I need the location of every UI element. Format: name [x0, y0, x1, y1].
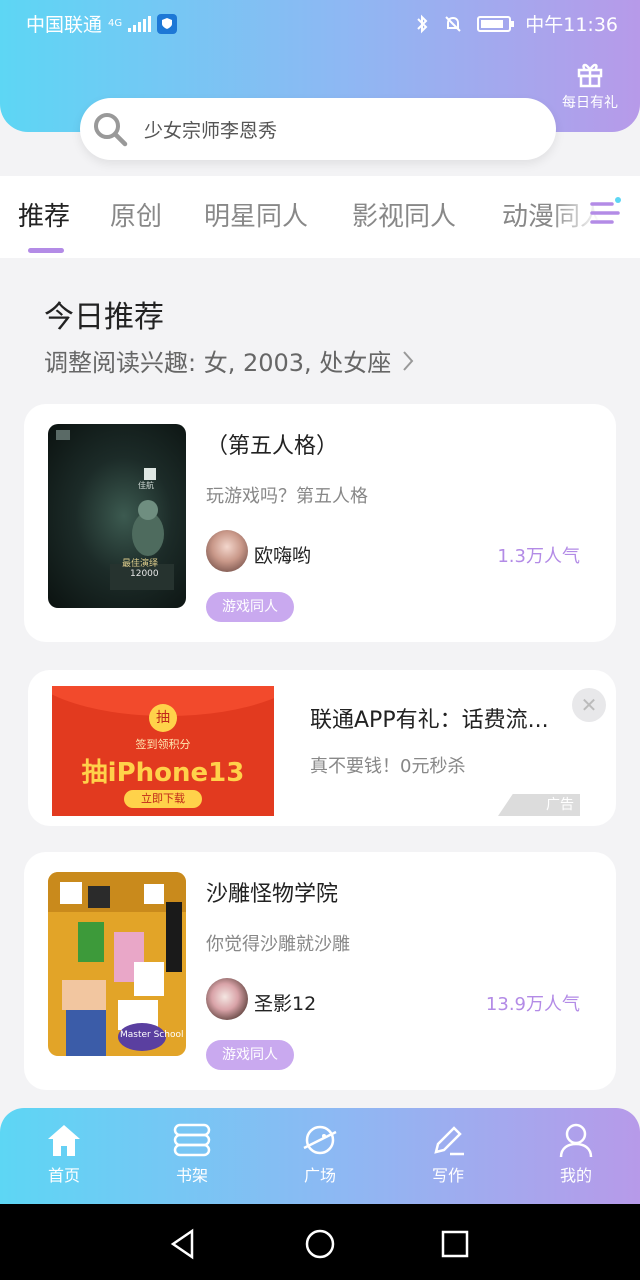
chevron-right-icon	[403, 350, 414, 371]
ad-description: 真不要钱！0元秒杀	[310, 756, 466, 777]
reading-interest-link[interactable]: 调整阅读兴趣: 女, 2003, 处女座	[44, 343, 415, 378]
nav-label: 写作	[431, 1166, 464, 1185]
book-description: 你觉得沙雕就沙雕	[206, 934, 350, 955]
category-menu-icon[interactable]	[590, 196, 622, 230]
popularity-count: 13.9万人气	[485, 994, 580, 1015]
mute-bell-icon	[445, 15, 461, 32]
ad-image-button: 立即下载	[124, 790, 202, 808]
ad-image[interactable]: 抽 签到领积分 抽iPhone13 立即下载	[52, 686, 274, 816]
ad-title[interactable]: 联通APP有礼：话费流...	[310, 702, 549, 734]
nav-home[interactable]: 首页	[24, 1122, 104, 1186]
daily-gift-button[interactable]: 每日有礼	[558, 60, 622, 112]
cover-scribble: Master School	[120, 1030, 184, 1040]
search-placeholder: 少女宗师李恩秀	[144, 119, 278, 142]
cover-art	[56, 430, 174, 590]
category-tabs: 推荐 原创 明星同人 影视同人 动漫同人	[0, 176, 640, 258]
book-cover: 佳航 最佳演绎 12000	[48, 424, 186, 608]
user-icon	[559, 1123, 593, 1158]
cover-art	[48, 872, 186, 1056]
search-input[interactable]: 少女宗师李恩秀	[80, 98, 556, 160]
tab-film-fanfic[interactable]: 影视同人	[352, 196, 456, 233]
popularity-count: 1.3万人气	[497, 546, 580, 567]
ad-badge: 广告	[498, 794, 580, 816]
tab-recommend[interactable]: 推荐	[18, 196, 70, 233]
section-title: 今日推荐	[44, 300, 164, 335]
bluetooth-icon	[417, 14, 428, 33]
author-avatar[interactable]	[206, 530, 248, 572]
nav-label: 我的	[559, 1166, 592, 1185]
ad-card[interactable]: 抽 签到领积分 抽iPhone13 立即下载 联通APP有礼：话费流... 真不…	[28, 670, 616, 826]
author-name[interactable]: 欧嗨哟	[254, 541, 311, 568]
nav-bookshelf[interactable]: 书架	[152, 1122, 232, 1186]
clock: 中午11:36	[525, 14, 618, 36]
close-icon[interactable]: ✕	[572, 688, 606, 722]
home-circle-icon[interactable]	[304, 1228, 336, 1260]
book-title[interactable]: （第五人格）	[206, 428, 338, 460]
book-title[interactable]: 沙雕怪物学院	[206, 876, 338, 908]
bookshelf-icon	[173, 1123, 211, 1157]
gift-icon	[577, 63, 603, 88]
tab-star-fanfic[interactable]: 明星同人	[204, 196, 308, 233]
back-icon[interactable]	[168, 1228, 198, 1260]
home-icon	[48, 1125, 80, 1156]
search-icon	[94, 113, 128, 147]
pen-icon	[434, 1126, 464, 1156]
battery-icon	[477, 15, 515, 32]
bottom-nav: 首页 书架 广场 写作 我的	[0, 1108, 640, 1204]
ad-image-main: 抽iPhone13	[81, 758, 245, 788]
reading-interest-text: 调整阅读兴趣: 女, 2003, 处女座	[44, 349, 392, 377]
ad-image-sub: 签到领积分	[135, 738, 191, 751]
nav-plaza[interactable]: 广场	[280, 1122, 360, 1186]
cover-label-num: 12000	[130, 569, 159, 579]
book-card[interactable]: 佳航 最佳演绎 12000 （第五人格） 玩游戏吗？第五人格 欧嗨哟 1.3万人…	[24, 404, 616, 642]
cover-label-top: 佳航	[138, 481, 154, 490]
nav-profile[interactable]: 我的	[536, 1122, 616, 1186]
nav-label: 首页	[47, 1166, 80, 1185]
planet-icon	[303, 1125, 337, 1155]
system-nav-bar	[0, 1204, 640, 1280]
signal-icon	[128, 15, 152, 32]
nav-write[interactable]: 写作	[408, 1122, 488, 1186]
book-description: 玩游戏吗？第五人格	[206, 486, 368, 507]
book-cover: Master School	[48, 872, 186, 1056]
tab-original[interactable]: 原创	[110, 196, 162, 233]
genre-tag[interactable]: 游戏同人	[206, 592, 294, 622]
network-type: 4G	[108, 17, 123, 29]
nav-label: 广场	[303, 1166, 336, 1185]
recents-icon[interactable]	[440, 1228, 470, 1260]
shield-icon	[157, 13, 178, 34]
author-avatar[interactable]	[206, 978, 248, 1020]
book-card[interactable]: Master School 沙雕怪物学院 你觉得沙雕就沙雕 圣影12 13.9万…	[24, 852, 616, 1090]
author-name[interactable]: 圣影12	[254, 989, 316, 1016]
active-tab-indicator	[28, 248, 64, 253]
status-bar: 中国联通 4G 中午11:36	[0, 0, 640, 44]
genre-tag[interactable]: 游戏同人	[206, 1040, 294, 1070]
ad-image-badge: 抽	[149, 704, 177, 732]
carrier-name: 中国联通	[26, 14, 103, 36]
gift-label: 每日有礼	[562, 95, 618, 111]
nav-label: 书架	[175, 1166, 208, 1185]
cover-label-mid: 最佳演绎	[122, 559, 159, 569]
